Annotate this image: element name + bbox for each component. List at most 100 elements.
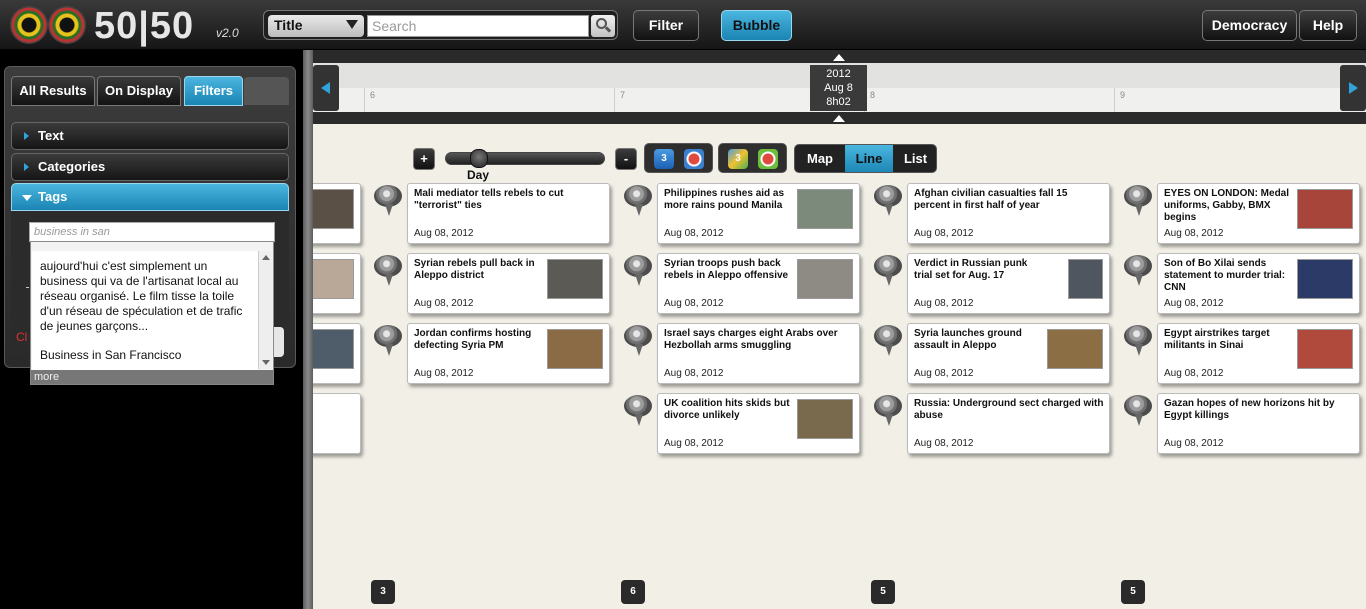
section-categories[interactable]: Categories: [11, 153, 289, 181]
zoom-slider[interactable]: [445, 149, 605, 168]
news-card[interactable]: UK coalition hits skids but divorce unli…: [657, 393, 860, 454]
divider: [26, 287, 29, 288]
tag-suggestions-dropdown: aujourd'hui c'est simplement un business…: [30, 241, 274, 385]
suggestion-item[interactable]: aujourd'hui c'est simplement un business…: [40, 259, 250, 334]
filter-button[interactable]: Filter: [633, 10, 699, 41]
search-icon-handle: [604, 26, 612, 33]
news-card[interactable]: Afghan civilian casualties fall 15 perce…: [907, 183, 1110, 244]
map-pin-icon: [1123, 255, 1153, 291]
tab-all-results[interactable]: All Results: [11, 76, 95, 106]
tag-search-input[interactable]: [29, 222, 275, 242]
news-thumbnail: [797, 259, 853, 299]
timeline-tick: 9: [1114, 88, 1125, 112]
tab-map[interactable]: Map: [795, 145, 845, 172]
clear-filters-link[interactable]: Cl: [16, 330, 27, 344]
news-card[interactable]: Mali mediator tells rebels to cut "terro…: [407, 183, 610, 244]
news-card[interactable]: Israel says charges eight Arabs over Hez…: [657, 323, 860, 384]
news-card[interactable]: Egypt airstrikes target militants in Sin…: [1157, 323, 1360, 384]
map-pin-icon: [373, 255, 403, 291]
news-card[interactable]: Russia: Underground sect charged with ab…: [907, 393, 1110, 454]
section-label: Categories: [38, 159, 106, 174]
top-bar: 50|50 v2.0 Title Filter Bubble Democracy…: [0, 0, 1366, 50]
column-count-badge[interactable]: 3: [371, 580, 395, 604]
news-date: Aug 08, 2012: [1164, 228, 1224, 239]
app-icon-group: 3: [718, 143, 787, 173]
suggestion-scrollbar[interactable]: [258, 251, 272, 369]
zoom-slider-thumb[interactable]: [470, 149, 488, 168]
search-button[interactable]: [591, 15, 615, 37]
news-card[interactable]: Syria launches ground assault in Aleppo …: [907, 323, 1110, 384]
timeline-current-marker[interactable]: 2012 Aug 8 8h02: [810, 65, 867, 111]
section-tags[interactable]: Tags: [11, 183, 289, 211]
news-title: Gazan hopes of new horizons hit by Egypt…: [1164, 398, 1335, 421]
news-title: EYES ON LONDON: Medal uniforms, Gabby, B…: [1164, 188, 1290, 223]
news-title: Syrian troops push back rebels in Aleppo…: [664, 258, 789, 281]
search-input[interactable]: [367, 15, 589, 37]
zoom-level-label: Day: [467, 168, 490, 182]
scroll-up-icon[interactable]: [262, 255, 270, 260]
news-card[interactable]: Syrian rebels pull back in Aleppo distri…: [407, 253, 610, 314]
news-title: Syrian rebels pull back in Aleppo distri…: [414, 258, 535, 281]
chevron-down-icon: [22, 195, 32, 201]
view-mode-tabs: Map Line List: [794, 144, 937, 173]
timeline-prev-button[interactable]: [313, 65, 339, 111]
app-logo[interactable]: 50|50: [94, 5, 194, 48]
news-date: Aug 08, 2012: [914, 438, 974, 449]
more-suggestions-link[interactable]: more: [31, 370, 273, 384]
zoom-out-button[interactable]: -: [615, 148, 637, 170]
news-card[interactable]: EYES ON LONDON: Medal uniforms, Gabby, B…: [1157, 183, 1360, 244]
map-pin-icon: [623, 255, 653, 291]
calendar-icon[interactable]: 3: [654, 149, 674, 169]
news-date: Aug 08, 2012: [664, 298, 724, 309]
news-title: UK coalition hits skids but divorce unli…: [664, 398, 790, 421]
chevron-right-icon: [24, 163, 29, 171]
target-icon[interactable]: [684, 149, 704, 169]
scroll-down-icon[interactable]: [262, 360, 270, 365]
map-pin-icon: [1123, 185, 1153, 221]
column-count-badge[interactable]: 5: [871, 580, 895, 604]
bubble-button[interactable]: Bubble: [721, 10, 792, 41]
zoom-in-button[interactable]: +: [413, 148, 435, 170]
news-title: Philippines rushes aid as more rains pou…: [664, 188, 785, 211]
tab-list[interactable]: List: [893, 145, 936, 172]
news-thumbnail: [797, 399, 853, 439]
column-count-badge[interactable]: 5: [1121, 580, 1145, 604]
search-type-select[interactable]: Title: [268, 15, 364, 37]
search-type-value: Title: [274, 17, 303, 33]
news-thumbnail: [1297, 189, 1353, 229]
democracy-button[interactable]: Democracy: [1202, 10, 1297, 41]
marker-date: Aug 8: [824, 82, 853, 94]
tab-on-display[interactable]: On Display: [97, 76, 181, 106]
target-icon[interactable]: [758, 149, 778, 169]
sidebar-resize-handle[interactable]: [303, 50, 313, 609]
news-title: Egypt airstrikes target militants in Sin…: [1164, 328, 1270, 351]
marker-handle-icon[interactable]: [833, 115, 845, 122]
arrow-left-icon: [321, 82, 330, 94]
section-label: Tags: [38, 189, 68, 204]
map-pin-icon: [373, 185, 403, 221]
column-count-badge[interactable]: 6: [621, 580, 645, 604]
app-icon-group: 3: [644, 143, 713, 173]
news-date: Aug 08, 2012: [1164, 368, 1224, 379]
news-card[interactable]: Verdict in Russian punk trial set for Au…: [907, 253, 1110, 314]
tab-filters[interactable]: Filters: [184, 76, 243, 106]
news-card[interactable]: Jordan confirms hosting defecting Syria …: [407, 323, 610, 384]
news-card[interactable]: Gazan hopes of new horizons hit by Egypt…: [1157, 393, 1360, 454]
news-card[interactable]: Philippines rushes aid as more rains pou…: [657, 183, 860, 244]
calendar-icon[interactable]: 3: [728, 149, 748, 169]
tab-line[interactable]: Line: [845, 145, 893, 172]
timeline-next-button[interactable]: [1340, 65, 1366, 111]
help-button[interactable]: Help: [1299, 10, 1357, 41]
news-card[interactable]: Syrian troops push back rebels in Aleppo…: [657, 253, 860, 314]
news-date: Aug 08, 2012: [914, 298, 974, 309]
chevron-down-icon: [346, 20, 358, 29]
map-pin-icon: [873, 325, 903, 361]
news-thumbnail: [547, 329, 603, 369]
news-title: Verdict in Russian punk trial set for Au…: [914, 258, 1028, 281]
news-card[interactable]: Son of Bo Xilai sends statement to murde…: [1157, 253, 1360, 314]
suggestion-item[interactable]: Business in San Francisco: [40, 348, 250, 363]
section-text[interactable]: Text: [11, 122, 289, 150]
timeline-tick: 6: [364, 88, 375, 112]
timeline[interactable]: 6 7 8 9 2012 Aug 8 8h02: [313, 50, 1366, 124]
news-date: Aug 08, 2012: [914, 368, 974, 379]
